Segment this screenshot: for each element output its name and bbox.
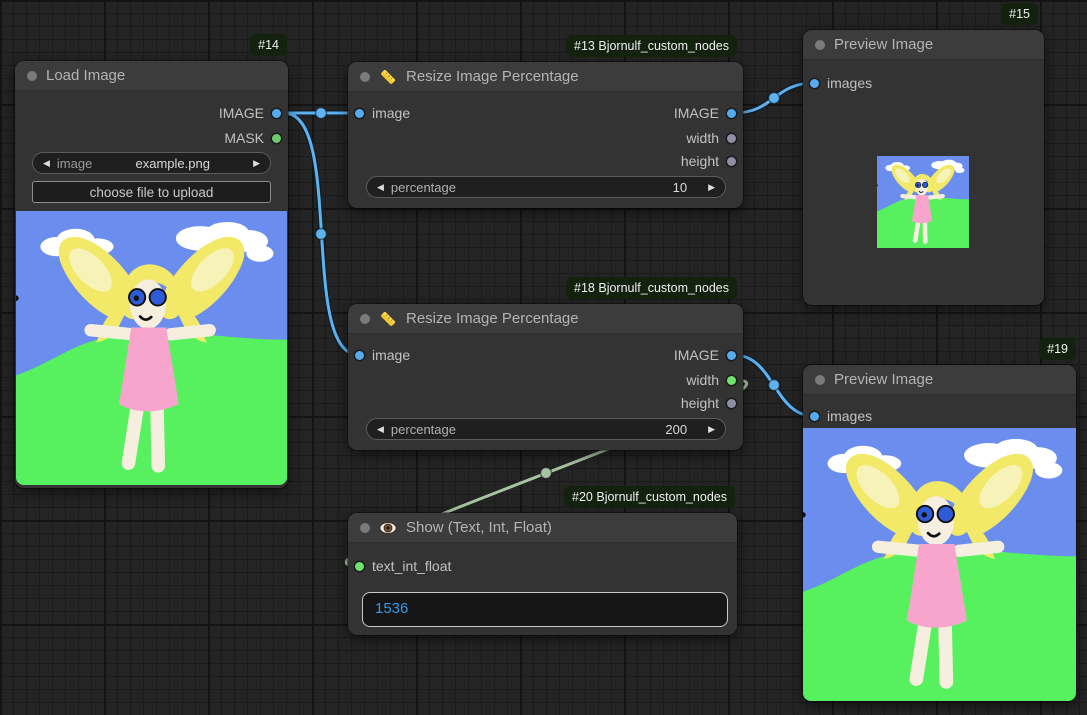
image-slot-dot[interactable]: [355, 109, 364, 118]
percentage-widget[interactable]: ◀ percentage 200 ▶: [366, 418, 726, 440]
show-value-textbox[interactable]: 1536: [362, 592, 728, 627]
node-title: Show (Text, Int, Float): [406, 519, 552, 536]
collapse-dot-icon[interactable]: [360, 523, 370, 533]
link-midpoint-dot: [316, 108, 327, 119]
number-slot-dot[interactable]: [727, 376, 736, 385]
widget-value: 200: [665, 422, 687, 437]
eye-icon: [379, 519, 397, 537]
combo-label: image: [57, 156, 92, 171]
node-titlebar[interactable]: Preview Image: [803, 365, 1076, 395]
link-midpoint-dot: [541, 468, 552, 479]
preview-image-large: [803, 428, 1076, 701]
node-title: Preview Image: [834, 371, 933, 388]
output-slot-width[interactable]: width: [686, 370, 736, 390]
image-slot-dot[interactable]: [355, 351, 364, 360]
choose-file-button[interactable]: choose file to upload: [32, 181, 271, 203]
node-title: Preview Image: [834, 36, 933, 53]
slot-label: height: [681, 395, 719, 411]
node-show-text-int-float[interactable]: #20 Bjornulf_custom_nodes Show (Text, In…: [348, 513, 737, 635]
node-resize-image-percentage-13[interactable]: #13 Bjornulf_custom_nodes Resize Image P…: [348, 62, 743, 208]
number-slot-dot[interactable]: [727, 134, 736, 143]
node-titlebar[interactable]: Show (Text, Int, Float): [348, 513, 737, 543]
node-badge: #19: [1039, 338, 1076, 360]
image-slot-dot[interactable]: [810, 412, 819, 421]
stepper-left-arrow-icon[interactable]: ◀: [377, 425, 384, 434]
input-slot-image[interactable]: image: [355, 103, 410, 123]
ruler-icon: [379, 310, 397, 328]
mask-slot-dot[interactable]: [272, 134, 281, 143]
link-midpoint-dot: [769, 93, 780, 104]
node-title: Resize Image Percentage: [406, 310, 579, 327]
node-titlebar[interactable]: Load Image: [15, 61, 288, 91]
combo-left-arrow-icon[interactable]: ◀: [43, 159, 50, 168]
slot-label: width: [686, 372, 719, 388]
output-slot-mask[interactable]: MASK: [224, 128, 281, 148]
slot-label: IMAGE: [674, 347, 719, 363]
slot-label: IMAGE: [674, 105, 719, 121]
slot-label: images: [827, 75, 872, 91]
node-titlebar[interactable]: Preview Image: [803, 30, 1044, 60]
node-badge: #15: [1001, 3, 1038, 25]
number-slot-dot[interactable]: [727, 399, 736, 408]
node-title: Resize Image Percentage: [406, 68, 579, 85]
image-slot-dot[interactable]: [272, 109, 281, 118]
node-badge: #14: [250, 34, 287, 56]
ruler-icon: [379, 68, 397, 86]
preview-image-thumbnail: [877, 156, 969, 248]
show-value-text: 1536: [375, 600, 408, 617]
node-graph-canvas[interactable]: { "colors": { "link_image": "#5fb2f0", "…: [0, 0, 1087, 715]
node-titlebar[interactable]: Resize Image Percentage: [348, 62, 743, 92]
node-badge: #18 Bjornulf_custom_nodes: [566, 277, 737, 299]
input-slot-image[interactable]: image: [355, 345, 410, 365]
node-load-image[interactable]: #14 Load Image IMAGE MASK ◀ image exampl…: [15, 61, 288, 488]
image-slot-dot[interactable]: [727, 109, 736, 118]
slot-label: width: [686, 130, 719, 146]
output-slot-image[interactable]: IMAGE: [674, 103, 736, 123]
slot-label: image: [372, 347, 410, 363]
collapse-dot-icon[interactable]: [815, 40, 825, 50]
node-titlebar[interactable]: Resize Image Percentage: [348, 304, 743, 334]
widget-value: 10: [673, 180, 687, 195]
stepper-right-arrow-icon[interactable]: ▶: [708, 425, 715, 434]
collapse-dot-icon[interactable]: [360, 314, 370, 324]
image-slot-dot[interactable]: [810, 79, 819, 88]
combo-value: example.png: [99, 156, 246, 171]
output-slot-image[interactable]: IMAGE: [219, 103, 281, 123]
output-slot-width[interactable]: width: [686, 128, 736, 148]
node-badge: #13 Bjornulf_custom_nodes: [566, 35, 737, 57]
node-resize-image-percentage-18[interactable]: #18 Bjornulf_custom_nodes Resize Image P…: [348, 304, 743, 450]
loaded-image-preview: [16, 211, 287, 485]
widget-label: percentage: [391, 180, 456, 195]
link-midpoint-dot: [316, 229, 327, 240]
collapse-dot-icon[interactable]: [27, 71, 37, 81]
percentage-widget[interactable]: ◀ percentage 10 ▶: [366, 176, 726, 198]
stepper-right-arrow-icon[interactable]: ▶: [708, 183, 715, 192]
stepper-left-arrow-icon[interactable]: ◀: [377, 183, 384, 192]
combo-right-arrow-icon[interactable]: ▶: [253, 159, 260, 168]
slot-label: image: [372, 105, 410, 121]
image-slot-dot[interactable]: [727, 351, 736, 360]
output-slot-height[interactable]: height: [681, 151, 736, 171]
collapse-dot-icon[interactable]: [360, 72, 370, 82]
output-slot-height[interactable]: height: [681, 393, 736, 413]
slot-label: IMAGE: [219, 105, 264, 121]
slot-label: images: [827, 408, 872, 424]
link-midpoint-dot: [769, 380, 780, 391]
slot-label: height: [681, 153, 719, 169]
widget-label: percentage: [391, 422, 456, 437]
input-slot-images[interactable]: images: [810, 406, 872, 426]
collapse-dot-icon[interactable]: [815, 375, 825, 385]
number-slot-dot[interactable]: [727, 157, 736, 166]
image-combo-widget[interactable]: ◀ image example.png ▶: [32, 152, 271, 174]
node-preview-image-15[interactable]: #15 Preview Image images: [803, 30, 1044, 305]
node-preview-image-19[interactable]: #19 Preview Image images: [803, 365, 1076, 701]
node-badge: #20 Bjornulf_custom_nodes: [564, 486, 735, 508]
slot-label: MASK: [224, 130, 264, 146]
output-slot-image[interactable]: IMAGE: [674, 345, 736, 365]
slot-label: text_int_float: [372, 558, 451, 574]
input-slot-text-int-float[interactable]: text_int_float: [355, 556, 451, 576]
number-slot-dot[interactable]: [355, 562, 364, 571]
node-title: Load Image: [46, 67, 125, 84]
input-slot-images[interactable]: images: [810, 73, 872, 93]
